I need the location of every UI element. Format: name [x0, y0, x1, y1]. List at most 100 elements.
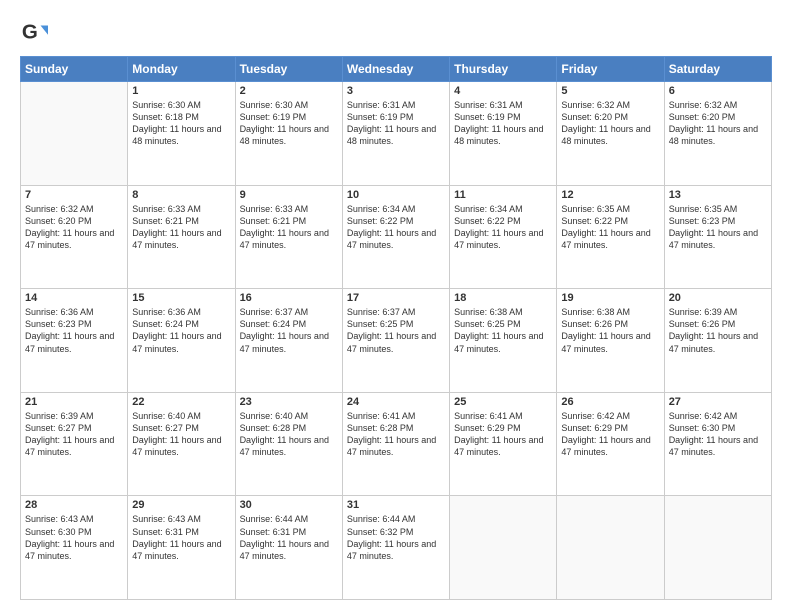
calendar-table: SundayMondayTuesdayWednesdayThursdayFrid…: [20, 56, 772, 600]
weekday-header: Friday: [557, 57, 664, 82]
calendar-cell: 20Sunrise: 6:39 AM Sunset: 6:26 PM Dayli…: [664, 289, 771, 393]
day-number: 10: [347, 189, 445, 201]
day-number: 22: [132, 396, 230, 408]
calendar-cell: 5Sunrise: 6:32 AM Sunset: 6:20 PM Daylig…: [557, 82, 664, 186]
calendar-cell: 17 Sunrise: 6:37 AM Sunset: 6:25 PM Dayli…: [342, 289, 449, 393]
day-number: 13: [669, 189, 767, 201]
calendar-cell: 31Sunrise: 6:44 AM Sunset: 6:32 PM Dayli…: [342, 496, 449, 600]
day-info: Sunrise: 6:35 AM Sunset: 6:23 PM Dayligh…: [669, 203, 767, 252]
day-number: 19: [561, 292, 659, 304]
calendar-cell: 13 Sunrise: 6:35 AM Sunset: 6:23 PM Dayli…: [664, 185, 771, 289]
day-number: 3: [347, 85, 445, 97]
day-info: Sunrise: 6:43 AM Sunset: 6:31 PM Dayligh…: [132, 513, 230, 562]
weekday-header: Sunday: [21, 57, 128, 82]
day-number: 12: [561, 189, 659, 201]
day-info: Sunrise: 6:32 AM Sunset: 6:20 PM Dayligh…: [669, 99, 767, 148]
day-number: 6: [669, 85, 767, 97]
calendar-cell: 25 Sunrise: 6:41 AM Sunset: 6:29 PM Dayli…: [450, 392, 557, 496]
calendar-cell: 6 Sunrise: 6:32 AM Sunset: 6:20 PM Daylig…: [664, 82, 771, 186]
calendar-cell: 23 Sunrise: 6:40 AM Sunset: 6:28 PM Dayli…: [235, 392, 342, 496]
day-number: 14: [25, 292, 123, 304]
svg-text:G: G: [22, 21, 38, 44]
day-number: 2: [240, 85, 338, 97]
calendar-cell: 14 Sunrise: 6:36 AM Sunset: 6:23 PM Dayli…: [21, 289, 128, 393]
calendar-cell: 7 Sunrise: 6:32 AM Sunset: 6:20 PM Daylig…: [21, 185, 128, 289]
logo: G: [20, 18, 52, 46]
day-number: 4: [454, 85, 552, 97]
calendar-cell: 26Sunrise: 6:42 AM Sunset: 6:29 PM Dayli…: [557, 392, 664, 496]
calendar-cell: 3 Sunrise: 6:31 AM Sunset: 6:19 PM Daylig…: [342, 82, 449, 186]
day-number: 26: [561, 396, 659, 408]
day-number: 7: [25, 189, 123, 201]
day-info: Sunrise: 6:36 AM Sunset: 6:23 PM Dayligh…: [25, 306, 123, 355]
calendar-cell: 29Sunrise: 6:43 AM Sunset: 6:31 PM Dayli…: [128, 496, 235, 600]
calendar-cell: 18 Sunrise: 6:38 AM Sunset: 6:25 PM Dayli…: [450, 289, 557, 393]
day-info: Sunrise: 6:32 AM Sunset: 6:20 PM Dayligh…: [25, 203, 123, 252]
day-number: 23: [240, 396, 338, 408]
weekday-header: Monday: [128, 57, 235, 82]
day-info: Sunrise: 6:38 AM Sunset: 6:25 PM Dayligh…: [454, 306, 552, 355]
day-number: 8: [132, 189, 230, 201]
day-number: 18: [454, 292, 552, 304]
calendar-cell: 9Sunrise: 6:33 AM Sunset: 6:21 PM Daylig…: [235, 185, 342, 289]
calendar-week-row: 28Sunrise: 6:43 AM Sunset: 6:30 PM Dayli…: [21, 496, 772, 600]
day-number: 21: [25, 396, 123, 408]
calendar-cell: 12 Sunrise: 6:35 AM Sunset: 6:22 PM Dayli…: [557, 185, 664, 289]
weekday-header: Wednesday: [342, 57, 449, 82]
day-number: 1: [132, 85, 230, 97]
calendar-cell: 28Sunrise: 6:43 AM Sunset: 6:30 PM Dayli…: [21, 496, 128, 600]
day-number: 16: [240, 292, 338, 304]
day-info: Sunrise: 6:41 AM Sunset: 6:28 PM Dayligh…: [347, 410, 445, 459]
day-info: Sunrise: 6:39 AM Sunset: 6:27 PM Dayligh…: [25, 410, 123, 459]
page: G SundayMondayTuesdayWednesdayThursdayFr…: [0, 0, 792, 612]
day-info: Sunrise: 6:44 AM Sunset: 6:31 PM Dayligh…: [240, 513, 338, 562]
calendar-cell: 24 Sunrise: 6:41 AM Sunset: 6:28 PM Dayli…: [342, 392, 449, 496]
calendar-cell: [664, 496, 771, 600]
day-number: 31: [347, 499, 445, 511]
day-info: Sunrise: 6:31 AM Sunset: 6:19 PM Dayligh…: [347, 99, 445, 148]
header: G: [20, 18, 772, 46]
day-info: Sunrise: 6:37 AM Sunset: 6:25 PM Dayligh…: [347, 306, 445, 355]
calendar-cell: 10 Sunrise: 6:34 AM Sunset: 6:22 PM Dayli…: [342, 185, 449, 289]
logo-icon: G: [20, 18, 48, 46]
day-info: Sunrise: 6:32 AM Sunset: 6:20 PM Dayligh…: [561, 99, 659, 148]
day-number: 28: [25, 499, 123, 511]
day-number: 15: [132, 292, 230, 304]
calendar-cell: 2 Sunrise: 6:30 AM Sunset: 6:19 PM Daylig…: [235, 82, 342, 186]
day-number: 17: [347, 292, 445, 304]
day-number: 20: [669, 292, 767, 304]
calendar-week-row: 21 Sunrise: 6:39 AM Sunset: 6:27 PM Dayli…: [21, 392, 772, 496]
day-number: 25: [454, 396, 552, 408]
calendar-cell: 30 Sunrise: 6:44 AM Sunset: 6:31 PM Dayli…: [235, 496, 342, 600]
day-number: 9: [240, 189, 338, 201]
day-info: Sunrise: 6:34 AM Sunset: 6:22 PM Dayligh…: [347, 203, 445, 252]
weekday-header: Tuesday: [235, 57, 342, 82]
calendar-week-row: 7 Sunrise: 6:32 AM Sunset: 6:20 PM Daylig…: [21, 185, 772, 289]
day-info: Sunrise: 6:35 AM Sunset: 6:22 PM Dayligh…: [561, 203, 659, 252]
calendar-cell: 15Sunrise: 6:36 AM Sunset: 6:24 PM Dayli…: [128, 289, 235, 393]
day-number: 30: [240, 499, 338, 511]
day-info: Sunrise: 6:37 AM Sunset: 6:24 PM Dayligh…: [240, 306, 338, 355]
calendar-cell: 8 Sunrise: 6:33 AM Sunset: 6:21 PM Daylig…: [128, 185, 235, 289]
day-info: Sunrise: 6:38 AM Sunset: 6:26 PM Dayligh…: [561, 306, 659, 355]
calendar-cell: 27Sunrise: 6:42 AM Sunset: 6:30 PM Dayli…: [664, 392, 771, 496]
day-info: Sunrise: 6:40 AM Sunset: 6:28 PM Dayligh…: [240, 410, 338, 459]
calendar-header-row: SundayMondayTuesdayWednesdayThursdayFrid…: [21, 57, 772, 82]
day-info: Sunrise: 6:30 AM Sunset: 6:19 PM Dayligh…: [240, 99, 338, 148]
calendar-cell: 22 Sunrise: 6:40 AM Sunset: 6:27 PM Dayli…: [128, 392, 235, 496]
day-info: Sunrise: 6:41 AM Sunset: 6:29 PM Dayligh…: [454, 410, 552, 459]
day-info: Sunrise: 6:30 AM Sunset: 6:18 PM Dayligh…: [132, 99, 230, 148]
day-number: 24: [347, 396, 445, 408]
calendar-cell: 19 Sunrise: 6:38 AM Sunset: 6:26 PM Dayli…: [557, 289, 664, 393]
day-number: 11: [454, 189, 552, 201]
calendar-cell: 1 Sunrise: 6:30 AM Sunset: 6:18 PM Daylig…: [128, 82, 235, 186]
calendar-cell: 4Sunrise: 6:31 AM Sunset: 6:19 PM Daylig…: [450, 82, 557, 186]
day-number: 27: [669, 396, 767, 408]
day-info: Sunrise: 6:33 AM Sunset: 6:21 PM Dayligh…: [132, 203, 230, 252]
calendar-cell: [557, 496, 664, 600]
calendar-week-row: 14 Sunrise: 6:36 AM Sunset: 6:23 PM Dayli…: [21, 289, 772, 393]
calendar-cell: 16 Sunrise: 6:37 AM Sunset: 6:24 PM Dayli…: [235, 289, 342, 393]
calendar-cell: [21, 82, 128, 186]
day-info: Sunrise: 6:40 AM Sunset: 6:27 PM Dayligh…: [132, 410, 230, 459]
calendar-cell: 11Sunrise: 6:34 AM Sunset: 6:22 PM Dayli…: [450, 185, 557, 289]
